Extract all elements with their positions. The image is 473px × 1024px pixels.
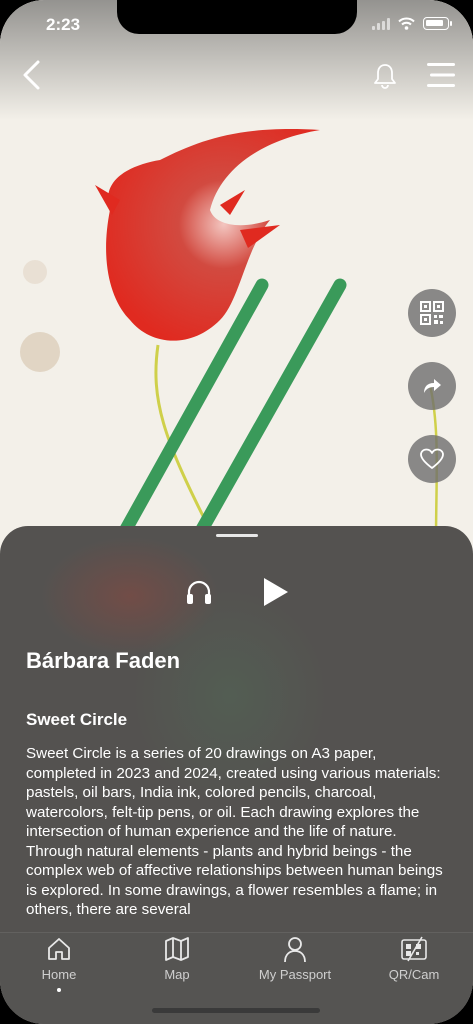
back-button[interactable] [18,58,48,92]
share-arrow-icon [424,379,441,393]
sheet-drag-handle[interactable] [216,534,258,537]
audio-guide-button[interactable] [184,578,214,608]
qr-cam-icon [401,936,427,962]
signal-icon [372,17,390,30]
tab-qr-cam-label: QR/Cam [388,967,440,982]
favorite-button[interactable] [408,435,456,483]
tab-home[interactable]: Home [0,933,118,995]
heart-icon [420,448,444,469]
screen: 2:23 Bárbara Faden Sweet Circle Sweet Ci… [0,0,473,1024]
tab-my-passport-label: My Passport [258,967,332,982]
active-tab-indicator [57,988,61,992]
tab-map-label: Map [164,967,190,982]
artwork-title: Sweet Circle [26,710,128,729]
notch [117,0,357,34]
artwork-description: Sweet Circle is a series of 20 drawings … [26,745,443,918]
notifications-button[interactable] [372,62,398,90]
share-button[interactable] [408,362,456,410]
qr-code-button[interactable] [408,289,456,337]
play-icon [264,578,288,606]
qr-code-icon [420,301,444,325]
tab-qr-cam[interactable]: QR/Cam [355,933,473,995]
artist-name: Bárbara Faden [26,648,181,673]
hamburger-menu-icon [427,63,455,87]
map-icon [165,937,189,961]
status-icons [372,17,452,30]
wifi-icon [398,17,415,30]
menu-button[interactable] [424,60,458,90]
home-indicator[interactable] [152,1008,320,1013]
status-bar: 2:23 [0,0,473,48]
tab-my-passport[interactable]: My Passport [236,933,354,995]
chevron-left-icon [23,60,40,90]
headphones-icon [187,580,211,604]
play-button[interactable] [258,574,292,610]
status-time: 2:23 [46,15,81,34]
tab-home-label: Home [41,967,77,982]
battery-icon [423,17,452,30]
person-icon [284,937,306,963]
home-icon [48,938,70,960]
tab-map[interactable]: Map [118,933,236,995]
bell-icon [374,64,396,89]
